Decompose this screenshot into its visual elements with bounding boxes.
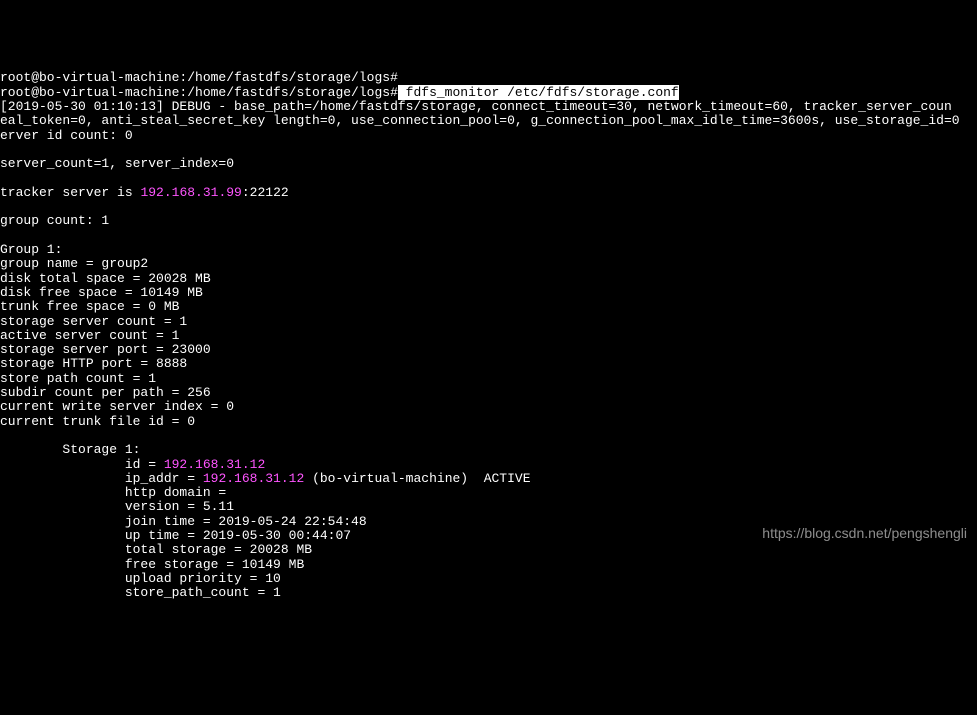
blank-5 <box>0 429 977 443</box>
debug-line-1: [2019-05-30 01:10:13] DEBUG - base_path=… <box>0 100 977 114</box>
group-name: group name = group2 <box>0 257 977 271</box>
subdir-count: subdir count per path = 256 <box>0 386 977 400</box>
trunk-file-id: current trunk file id = 0 <box>0 415 977 429</box>
blank-4 <box>0 229 977 243</box>
upload-priority: upload priority = 10 <box>0 572 977 586</box>
blank-2 <box>0 172 977 186</box>
watermark: https://blog.csdn.net/pengshengli <box>762 526 967 541</box>
storage-ip-suffix: (bo-virtual-machine) ACTIVE <box>304 471 530 486</box>
disk-total: disk total space = 20028 MB <box>0 272 977 286</box>
storage-ip-addr: 192.168.31.12 <box>203 471 304 486</box>
debug-line-2: eal_token=0, anti_steal_secret_key lengt… <box>0 114 977 128</box>
storage-ip-line: ip_addr = 192.168.31.12 (bo-virtual-mach… <box>0 472 977 486</box>
storage-id-ip: 192.168.31.12 <box>164 457 265 472</box>
storage-header: Storage 1: <box>0 443 977 457</box>
free-storage: free storage = 10149 MB <box>0 558 977 572</box>
version: version = 5.11 <box>0 500 977 514</box>
group-count: group count: 1 <box>0 214 977 228</box>
prompt-prev: root@bo-virtual-machine:/home/fastdfs/st… <box>0 70 398 85</box>
active-count: active server count = 1 <box>0 329 977 343</box>
tracker-port: :22122 <box>242 185 289 200</box>
storage-id-prefix: id = <box>0 457 164 472</box>
storage-id-line: id = 192.168.31.12 <box>0 458 977 472</box>
group-header: Group 1: <box>0 243 977 257</box>
blank-3 <box>0 200 977 214</box>
prompt: root@bo-virtual-machine:/home/fastdfs/st… <box>0 85 398 100</box>
storage-port: storage server port = 23000 <box>0 343 977 357</box>
store-path-count: store path count = 1 <box>0 372 977 386</box>
trunk-free: trunk free space = 0 MB <box>0 300 977 314</box>
tracker-prefix: tracker server is <box>0 185 140 200</box>
tracker-ip: 192.168.31.99 <box>140 185 241 200</box>
write-index: current write server index = 0 <box>0 400 977 414</box>
storage-count: storage server count = 1 <box>0 315 977 329</box>
blank-1 <box>0 143 977 157</box>
prompt-line-prev: root@bo-virtual-machine:/home/fastdfs/st… <box>0 71 977 85</box>
tracker-line: tracker server is 192.168.31.99:22122 <box>0 186 977 200</box>
server-count: server_count=1, server_index=0 <box>0 157 977 171</box>
http-port: storage HTTP port = 8888 <box>0 357 977 371</box>
store-path-count-2: store_path_count = 1 <box>0 586 977 600</box>
command: fdfs_monitor /etc/fdfs/storage.conf <box>398 85 679 100</box>
server-id-count: erver id count: 0 <box>0 129 977 143</box>
http-domain: http domain = <box>0 486 977 500</box>
total-storage: total storage = 20028 MB <box>0 543 977 557</box>
prompt-line: root@bo-virtual-machine:/home/fastdfs/st… <box>0 86 977 100</box>
storage-ip-prefix: ip_addr = <box>0 471 203 486</box>
disk-free: disk free space = 10149 MB <box>0 286 977 300</box>
